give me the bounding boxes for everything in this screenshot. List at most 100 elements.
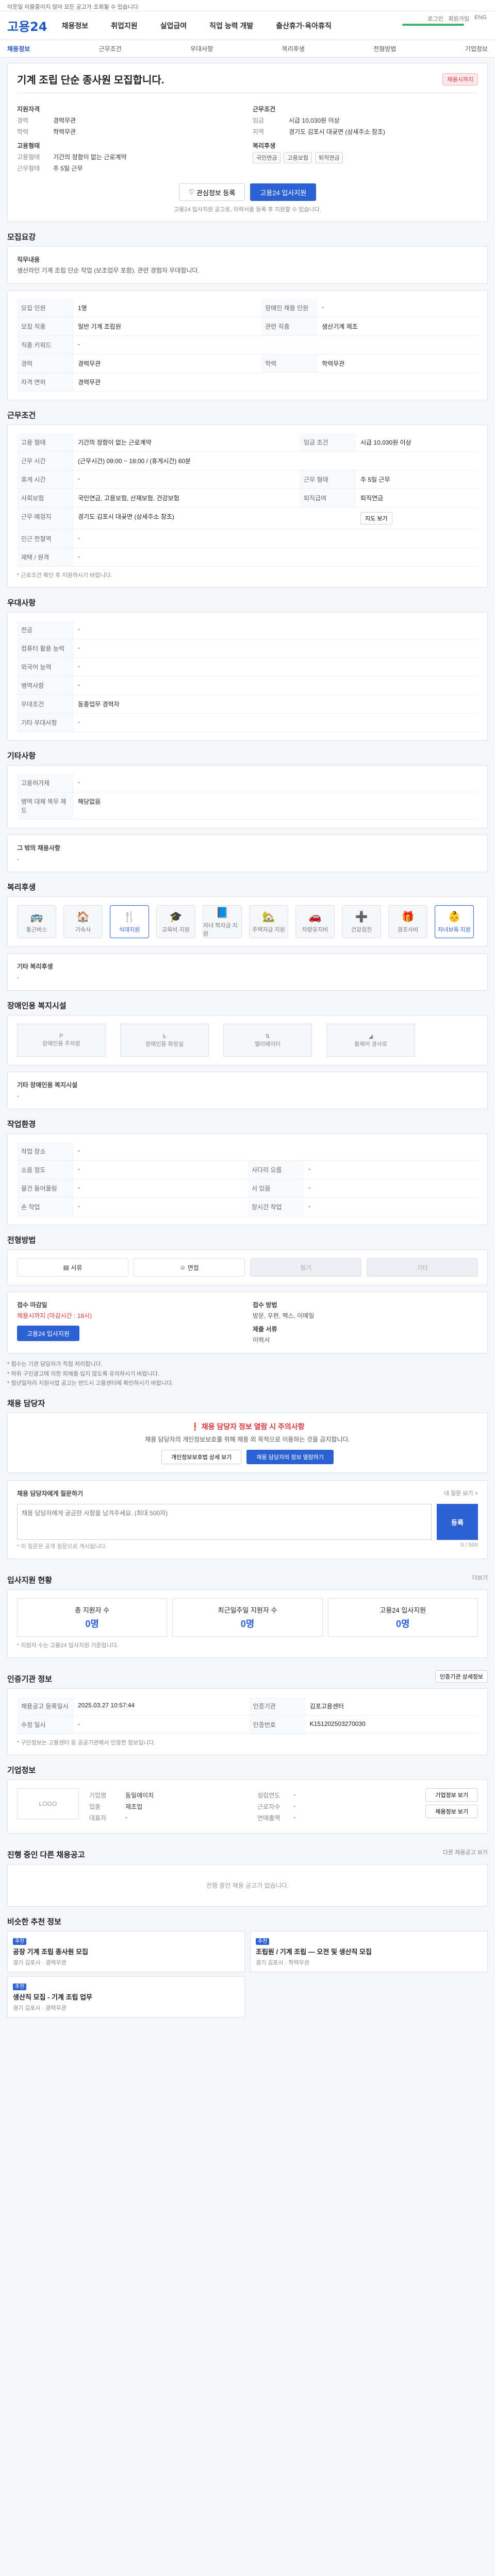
table-value: 기간의 정함이 없는 근로계약 bbox=[74, 433, 300, 452]
qa-input[interactable] bbox=[17, 1504, 432, 1540]
stat-value: 0명 bbox=[85, 1619, 99, 1630]
nav-job-training[interactable]: 직업 능력 개발 bbox=[209, 21, 253, 31]
step-interview: ☺ 면접 bbox=[134, 1258, 245, 1277]
wage-value: 시급 10,030원 이상 bbox=[289, 117, 340, 124]
table-label: 근무 형태 bbox=[300, 470, 356, 489]
process-note: * 접수는 기관 담당자가 직접 처리합니다. bbox=[7, 1361, 103, 1367]
company-value: 제조업 bbox=[125, 1803, 143, 1811]
document-icon: ▤ bbox=[63, 1264, 71, 1271]
welfare-extra-title: 기타 복리후생 bbox=[17, 963, 53, 970]
tab-conditions[interactable]: 근무조건 bbox=[99, 44, 122, 53]
tab-preferences[interactable]: 우대사항 bbox=[190, 44, 213, 53]
welfare-item: 🏠 기숙사 bbox=[63, 905, 103, 938]
stats-card: 총 지원자 수 0명 최근일주일 지원자 수 0명 고용24 입사지원 0명 * 지원… bbox=[7, 1589, 488, 1658]
table-value: - bbox=[74, 621, 478, 639]
company-value: 동일에이치 bbox=[125, 1792, 154, 1800]
recommend-title: 조립원 / 기계 조립 — 오전 및 생산직 모집 bbox=[256, 1948, 372, 1956]
stats-more-link[interactable]: 더보기 bbox=[472, 1573, 488, 1582]
info-card: 채용공고 등록일시 2025.03.27 10:57:44 인증기관 김포고용센터 수… bbox=[7, 1688, 488, 1756]
agency-detail-button[interactable]: 인증기관 상세정보 bbox=[435, 1670, 488, 1683]
qa-submit-button[interactable]: 등록 bbox=[437, 1504, 478, 1540]
section-title-info: 인증기관 정보 bbox=[7, 1675, 52, 1684]
section-title-stats: 입사지원 현황 bbox=[7, 1576, 52, 1585]
scrap-label: 관심정보 등록 bbox=[196, 189, 236, 197]
table-label: 장애인 채용 인원 bbox=[261, 299, 318, 317]
recommend-tag: 추천 bbox=[256, 1938, 270, 1945]
login-link[interactable]: 로그인 bbox=[427, 14, 443, 23]
table-value: 경력무관 bbox=[74, 372, 478, 392]
view-contact-button[interactable]: 채용 담당자의 정보 열람하기 bbox=[246, 1450, 334, 1465]
restroom-icon: ♿ bbox=[162, 1033, 167, 1040]
disabled-facility: ♿ 장애인용 화장실 bbox=[120, 1024, 209, 1057]
table-label: 인증기관 bbox=[249, 1697, 306, 1716]
my-questions-link[interactable]: 내 질문 보기 > bbox=[444, 1489, 478, 1500]
company-label: 설립연도 bbox=[257, 1792, 280, 1800]
gift-icon: 🎁 bbox=[401, 911, 415, 923]
benefit-chip: 고용보험 bbox=[284, 152, 312, 163]
nav-leave[interactable]: 출산휴가·육아휴직 bbox=[276, 21, 332, 31]
stat-label: 최근일주일 지원자 수 bbox=[218, 1606, 277, 1615]
tab-company[interactable]: 기업정보 bbox=[465, 44, 488, 53]
info-table: 채용공고 등록일시 2025.03.27 10:57:44 인증기관 김포고용센터 수… bbox=[17, 1697, 478, 1735]
scholarship-icon: 📘 bbox=[216, 907, 229, 919]
table-label: 손 작업 bbox=[17, 1197, 74, 1216]
method-title: 접수 방법 bbox=[253, 1301, 277, 1309]
wage-label: 임금 bbox=[253, 117, 265, 124]
tab-recruit[interactable]: 채용정보 bbox=[7, 44, 30, 53]
recommend-card[interactable]: 추천 조립원 / 기계 조립 — 오전 및 생산직 모집 경기 김포시 · 학력… bbox=[250, 1931, 488, 1973]
nav-employment-support[interactable]: 취업지원 bbox=[111, 21, 138, 31]
company-value: - bbox=[293, 1802, 296, 1810]
preferences-card: 전공 - 컴퓨터 활용 능력 - 외국어 능력 - 병역사항 - 우대조건 동종업무 경력… bbox=[7, 612, 488, 741]
conditions-title: 근무조건 bbox=[253, 106, 276, 113]
docs-value: 이력서 bbox=[253, 1336, 270, 1344]
welfare-item: 🎁 경조사비 bbox=[388, 905, 427, 938]
language-link[interactable]: ENG bbox=[474, 14, 487, 23]
section-title-preferences: 우대사항 bbox=[7, 599, 36, 607]
apply-button[interactable]: 고용24 입사지원 bbox=[250, 183, 317, 201]
deadline-title: 접수 마감일 bbox=[17, 1301, 47, 1309]
company-value: - bbox=[293, 1791, 296, 1799]
privacy-detail-button[interactable]: 개인정보보호법 상세 보기 bbox=[161, 1450, 242, 1465]
recommend-card[interactable]: 추천 생산직 모집 - 기계 조립 업무 경기 김포시 · 경력무관 bbox=[7, 1976, 245, 2018]
ongoing-card: 진행 중인 채용 공고가 없습니다. bbox=[7, 1864, 488, 1907]
site-header: 고용24 채용정보 취업지원 실업급여 직업 능력 개발 출산휴가·육아휴직 로… bbox=[0, 11, 495, 40]
table-label: 서 있음 bbox=[248, 1179, 304, 1198]
map-button[interactable]: 지도 보기 bbox=[360, 512, 392, 524]
recruit-table-card: 모집 인원 1명 장애인 채용 인원 - 모집 직종 일반 기계 조립원 관련 직종 생산기… bbox=[7, 290, 488, 400]
site-logo[interactable]: 고용24 bbox=[7, 16, 47, 35]
recommend-card[interactable]: 추천 공장 기계 조립 종사원 모집 경기 김포시 · 경력무관 bbox=[7, 1931, 245, 1973]
heart-icon: ♡ bbox=[188, 188, 197, 196]
disabled-card: P 장애인용 주차장 ♿ 장애인용 화장실 ⇅ 엘리베이터 ◢ 휠체어 경사로 bbox=[7, 1015, 488, 1065]
welfare-item: 🎓 교육비 지원 bbox=[156, 905, 195, 938]
nav-jobs[interactable]: 채용정보 bbox=[62, 21, 89, 31]
company-info-button[interactable]: 기업정보 보기 bbox=[425, 1788, 478, 1802]
apply-button-2[interactable]: 고용24 입사지원 bbox=[17, 1326, 79, 1341]
job-summary-card: 기계 조립 단순 종사원 모집합니다. 채용시까지 지원자격 경력 경력무관 학력… bbox=[7, 63, 488, 222]
table-value: 국민연금, 고용보험, 산재보험, 건강보험 bbox=[74, 488, 300, 507]
company-jobs-button[interactable]: 채용정보 보기 bbox=[425, 1805, 478, 1819]
stat-label: 고용24 입사지원 bbox=[380, 1606, 426, 1615]
table-label: 고용허가제 bbox=[17, 774, 74, 792]
other-jobs-link[interactable]: 다른 채용공고 보기 bbox=[443, 1848, 488, 1856]
welfare-item: 👶 자녀보육 지원 bbox=[435, 905, 474, 938]
tab-process[interactable]: 전형방법 bbox=[373, 44, 396, 53]
stat-box: 고용24 입사지원 0명 bbox=[327, 1598, 478, 1637]
table-value: - bbox=[74, 529, 478, 548]
signup-link[interactable]: 회원가입 bbox=[449, 14, 469, 23]
top-notice-bar: 이웃일 이용중이지 않아 모든 공고가 조회될 수 있습니다 bbox=[0, 0, 495, 11]
table-label: 고용 형태 bbox=[17, 433, 74, 452]
tab-welfare[interactable]: 복리후생 bbox=[282, 44, 305, 53]
table-label: 인증번호 bbox=[249, 1715, 306, 1735]
table-label: 인근 전철역 bbox=[17, 529, 74, 548]
section-title-ongoing: 진행 중인 다른 채용공고 bbox=[7, 1851, 85, 1860]
table-label: 소음 정도 bbox=[17, 1160, 74, 1179]
table-label: 퇴직급여 bbox=[300, 488, 356, 507]
section-title-etc: 기타사항 bbox=[7, 752, 36, 760]
disabled-extra-title: 기타 장애인용 복지시설 bbox=[17, 1081, 78, 1089]
table-label: 임금 조건 bbox=[300, 433, 356, 452]
table-value: 동종업무 경력자 bbox=[74, 694, 478, 714]
header-tools: 로그인 회원가입 ENG bbox=[427, 14, 487, 23]
table-label: 근무 시간 bbox=[17, 451, 74, 470]
nav-unemployment-benefit[interactable]: 실업급여 bbox=[160, 21, 187, 31]
scrap-button[interactable]: ♡ 관심정보 등록 bbox=[178, 183, 245, 201]
